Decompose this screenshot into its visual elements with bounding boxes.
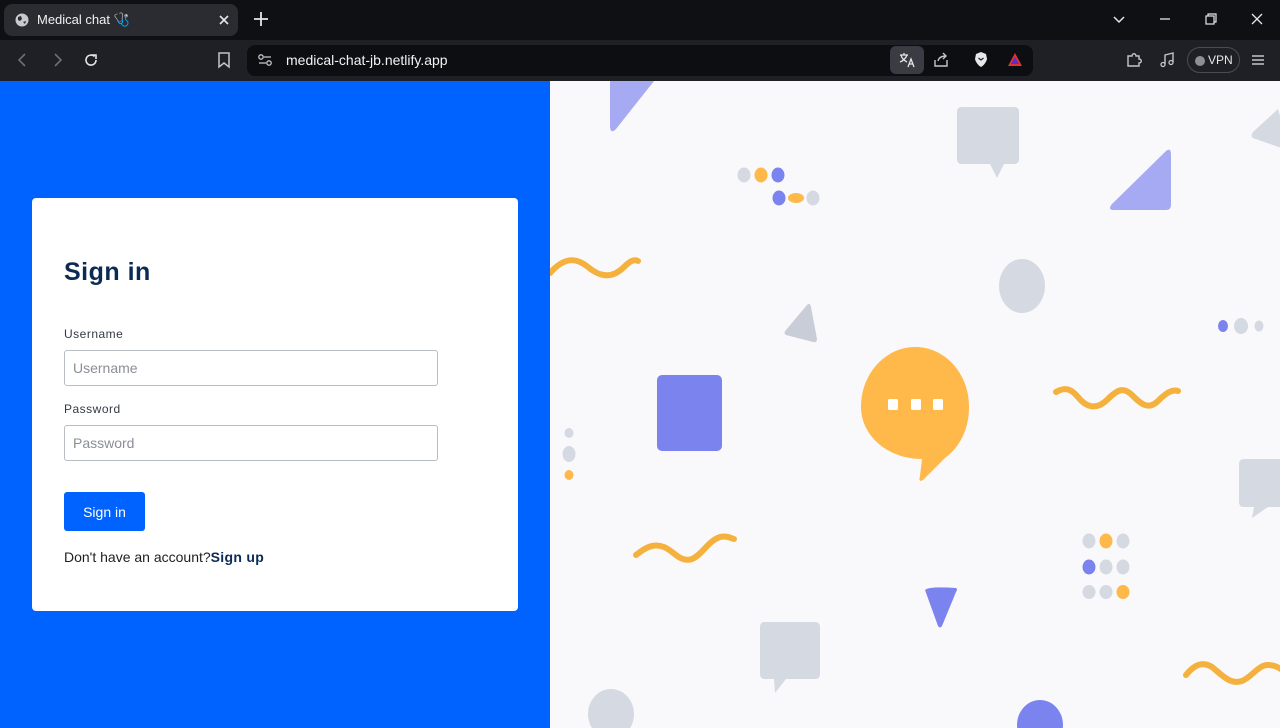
chat-dot-shape <box>911 399 921 410</box>
square-shape <box>657 375 722 451</box>
browser-tab-bar: Medical chat 🩺 <box>0 0 1280 40</box>
triangle-shape <box>1109 149 1171 210</box>
speech-bubble-shape <box>1239 459 1280 518</box>
password-input[interactable] <box>64 425 438 461</box>
no-account-text: Don't have an account? <box>64 549 211 565</box>
tab-list-chevron-icon[interactable] <box>1111 11 1127 27</box>
squiggle-shape <box>1053 386 1181 410</box>
username-input[interactable] <box>64 350 438 386</box>
chat-dot-shape <box>888 399 898 410</box>
close-tab-icon[interactable] <box>216 12 232 28</box>
close-window-icon[interactable] <box>1249 11 1265 27</box>
circle-shape <box>1017 700 1063 728</box>
password-label: Password <box>64 402 121 416</box>
reload-icon[interactable] <box>82 51 100 69</box>
site-settings-icon[interactable] <box>256 51 274 69</box>
back-icon[interactable] <box>14 51 32 69</box>
circle-shape <box>999 259 1045 313</box>
chat-bubble-shape <box>861 347 969 481</box>
dots-cluster-shape <box>1218 318 1264 334</box>
tab-title: Medical chat 🩺 <box>37 12 130 27</box>
triangle-shape <box>925 587 957 628</box>
speech-bubble-shape <box>957 107 1019 178</box>
signup-prompt: Don't have an account?Sign up <box>64 549 264 566</box>
url-text[interactable]: medical-chat-jb.netlify.app <box>286 52 448 69</box>
vpn-label: VPN <box>1208 53 1233 67</box>
signup-link[interactable]: Sign up <box>211 549 264 565</box>
page-title: Sign in <box>64 258 151 286</box>
new-tab-icon[interactable] <box>252 10 270 28</box>
translate-icon <box>899 53 915 68</box>
globe-icon <box>15 13 29 27</box>
dots-cluster-shape <box>1082 533 1130 599</box>
forward-icon[interactable] <box>48 51 66 69</box>
speech-bubble-shape <box>760 622 820 693</box>
browser-tab[interactable]: Medical chat 🩺 <box>4 4 238 36</box>
brave-rewards-icon[interactable] <box>1006 51 1024 69</box>
share-icon[interactable] <box>932 51 950 69</box>
minimize-icon[interactable] <box>1157 11 1173 27</box>
squiggle-shape <box>633 533 737 563</box>
triangle-shape <box>610 81 655 132</box>
illustration-svg <box>550 81 1280 728</box>
bookmark-icon[interactable] <box>215 51 233 69</box>
translate-button[interactable] <box>890 46 924 74</box>
restore-icon[interactable] <box>1203 11 1219 27</box>
dots-cluster-shape <box>737 167 820 206</box>
extensions-icon[interactable] <box>1125 51 1143 69</box>
triangle-shape <box>1251 109 1280 148</box>
vpn-button[interactable]: VPN <box>1187 47 1240 73</box>
music-note-icon[interactable] <box>1158 51 1176 69</box>
signin-button[interactable]: Sign in <box>64 492 145 531</box>
squiggle-shape <box>1183 661 1280 685</box>
decorative-illustration <box>550 81 1280 728</box>
triangle-shape <box>784 303 817 343</box>
squiggle-shape <box>550 257 641 279</box>
username-label: Username <box>64 327 124 341</box>
menu-icon[interactable] <box>1249 51 1267 69</box>
brave-shields-icon[interactable] <box>972 51 990 69</box>
chat-dot-shape <box>933 399 943 410</box>
circle-shape <box>588 689 634 728</box>
dots-cluster-shape <box>562 428 576 480</box>
vpn-status-icon <box>1195 56 1205 66</box>
